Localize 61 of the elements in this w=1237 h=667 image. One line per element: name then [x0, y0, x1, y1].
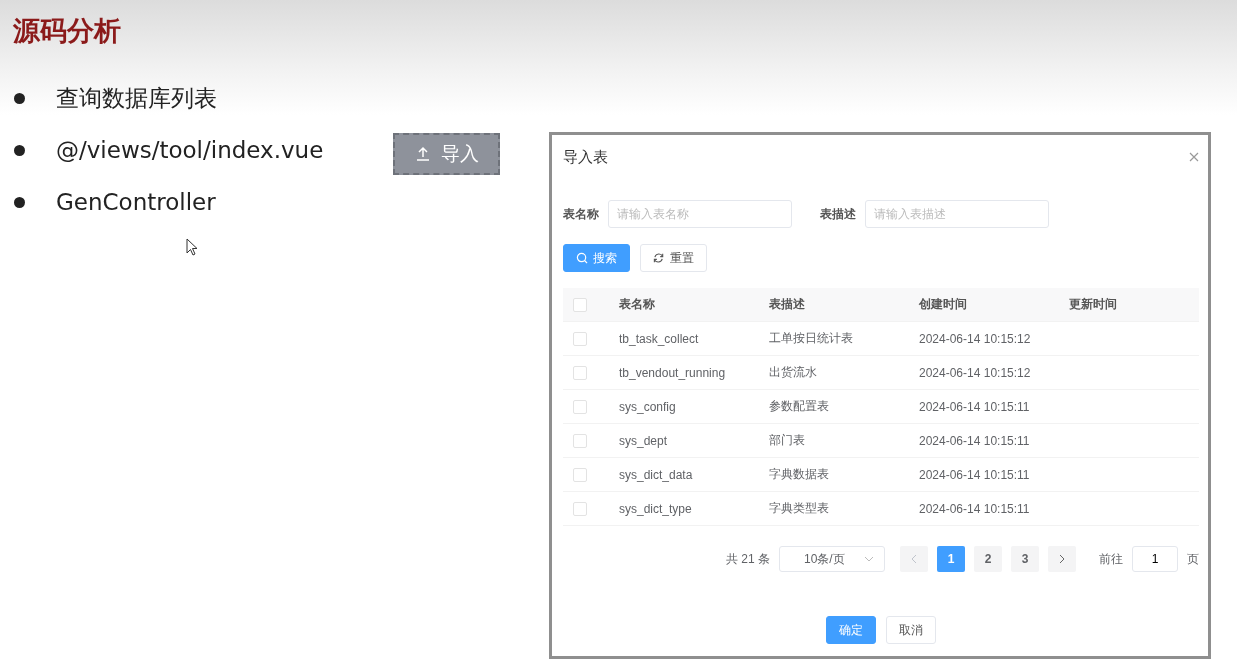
bullet-text: 查询数据库列表: [56, 83, 217, 113]
table-cell-text: sys_dept: [619, 433, 669, 448]
table-cell-text: 部门表: [769, 432, 806, 449]
slide-title: 源码分析: [13, 14, 121, 48]
chevron-left-icon: [911, 554, 917, 564]
table-cell-text: sys_dict_type: [619, 501, 693, 516]
table-cell-text: 出货流水: [769, 364, 818, 381]
table-cell-text: 2024-06-14 10:15:11: [919, 467, 1031, 482]
table-cell-text: 工单按日统计表: [769, 330, 854, 347]
checkbox[interactable]: [573, 501, 587, 516]
chevron-down-icon: [864, 556, 874, 562]
checkbox[interactable]: [573, 365, 587, 380]
input-field[interactable]: 请输入表描述: [865, 200, 1049, 228]
bullet-dot: [14, 144, 25, 156]
table-cell-text: 2024-06-14 10:15:12: [919, 331, 1032, 346]
total-count: 共 21 条: [726, 550, 770, 568]
column-header: 创建时间: [919, 296, 968, 313]
checkbox[interactable]: [573, 467, 587, 482]
bullet-dot: [14, 196, 25, 208]
page-size-select[interactable]: 10条/页: [779, 546, 885, 572]
table-cell-text: tb_task_collect: [619, 331, 700, 346]
checkbox[interactable]: [573, 331, 587, 346]
reset-button[interactable]: 重置: [640, 244, 707, 272]
dialog-title: 导入表: [563, 147, 608, 167]
checkbox[interactable]: [573, 297, 587, 312]
upload-icon: [414, 146, 431, 162]
next-page-button[interactable]: [1048, 546, 1076, 572]
goto-label: 前往: [1099, 550, 1123, 568]
page-button[interactable]: 3: [1011, 546, 1039, 572]
field-label: 表名称: [563, 205, 599, 223]
checkbox[interactable]: [573, 399, 587, 414]
table-cell-text: sys_dict_data: [619, 467, 694, 482]
refresh-icon: [653, 252, 665, 264]
field-label: 表描述: [820, 205, 856, 223]
column-header: 表描述: [769, 296, 806, 313]
bullet-dot: [14, 92, 25, 104]
page-button[interactable]: 2: [974, 546, 1002, 572]
table-cell-text: 字典类型表: [769, 500, 830, 517]
cursor-icon: [186, 238, 198, 256]
table-cell-text: 参数配置表: [769, 398, 830, 415]
page-suffix: 页: [1187, 550, 1199, 568]
import-button[interactable]: 导入: [393, 133, 500, 175]
table-cell-text: 字典数据表: [769, 466, 830, 483]
table-cell-text: 2024-06-14 10:15:12: [919, 365, 1032, 380]
column-header: 更新时间: [1069, 296, 1118, 313]
chevron-right-icon: [1059, 554, 1065, 564]
page-input[interactable]: 1: [1132, 546, 1178, 572]
close-icon: [1189, 152, 1199, 162]
checkbox[interactable]: [573, 433, 587, 448]
search-icon: [576, 252, 588, 264]
input-field[interactable]: 请输入表名称: [608, 200, 792, 228]
bullet-text: @/views/tool/index.vue: [56, 137, 324, 163]
bullet-text: GenController: [56, 189, 216, 215]
table-cell-text: tb_vendout_running: [619, 365, 727, 380]
table-cell-text: sys_config: [619, 399, 677, 414]
column-header: 表名称: [619, 296, 656, 313]
table-cell-text: 2024-06-14 10:15:11: [919, 399, 1031, 414]
close-button[interactable]: [1189, 152, 1199, 162]
table-cell-text: 2024-06-14 10:15:11: [919, 501, 1031, 516]
cancel-button[interactable]: 取消: [886, 616, 936, 644]
table-cell-text: 2024-06-14 10:15:11: [919, 433, 1031, 448]
